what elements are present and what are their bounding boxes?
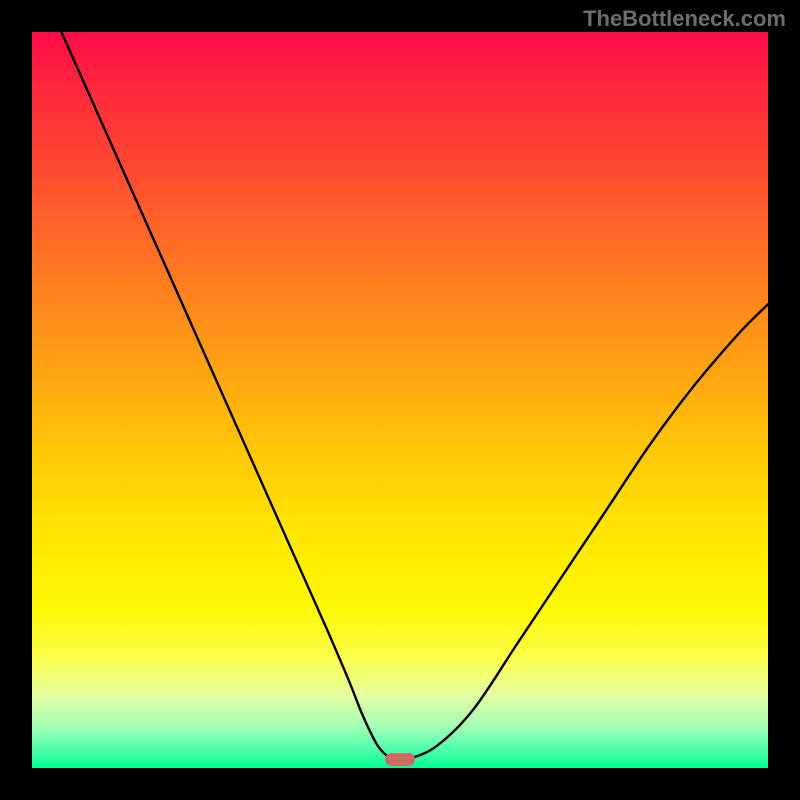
- curve-svg: [32, 32, 768, 768]
- plot-area: [32, 32, 768, 768]
- chart-frame: TheBottleneck.com: [0, 0, 800, 800]
- optimal-marker: [385, 753, 414, 766]
- bottleneck-curve: [61, 32, 768, 761]
- watermark-text: TheBottleneck.com: [583, 6, 786, 32]
